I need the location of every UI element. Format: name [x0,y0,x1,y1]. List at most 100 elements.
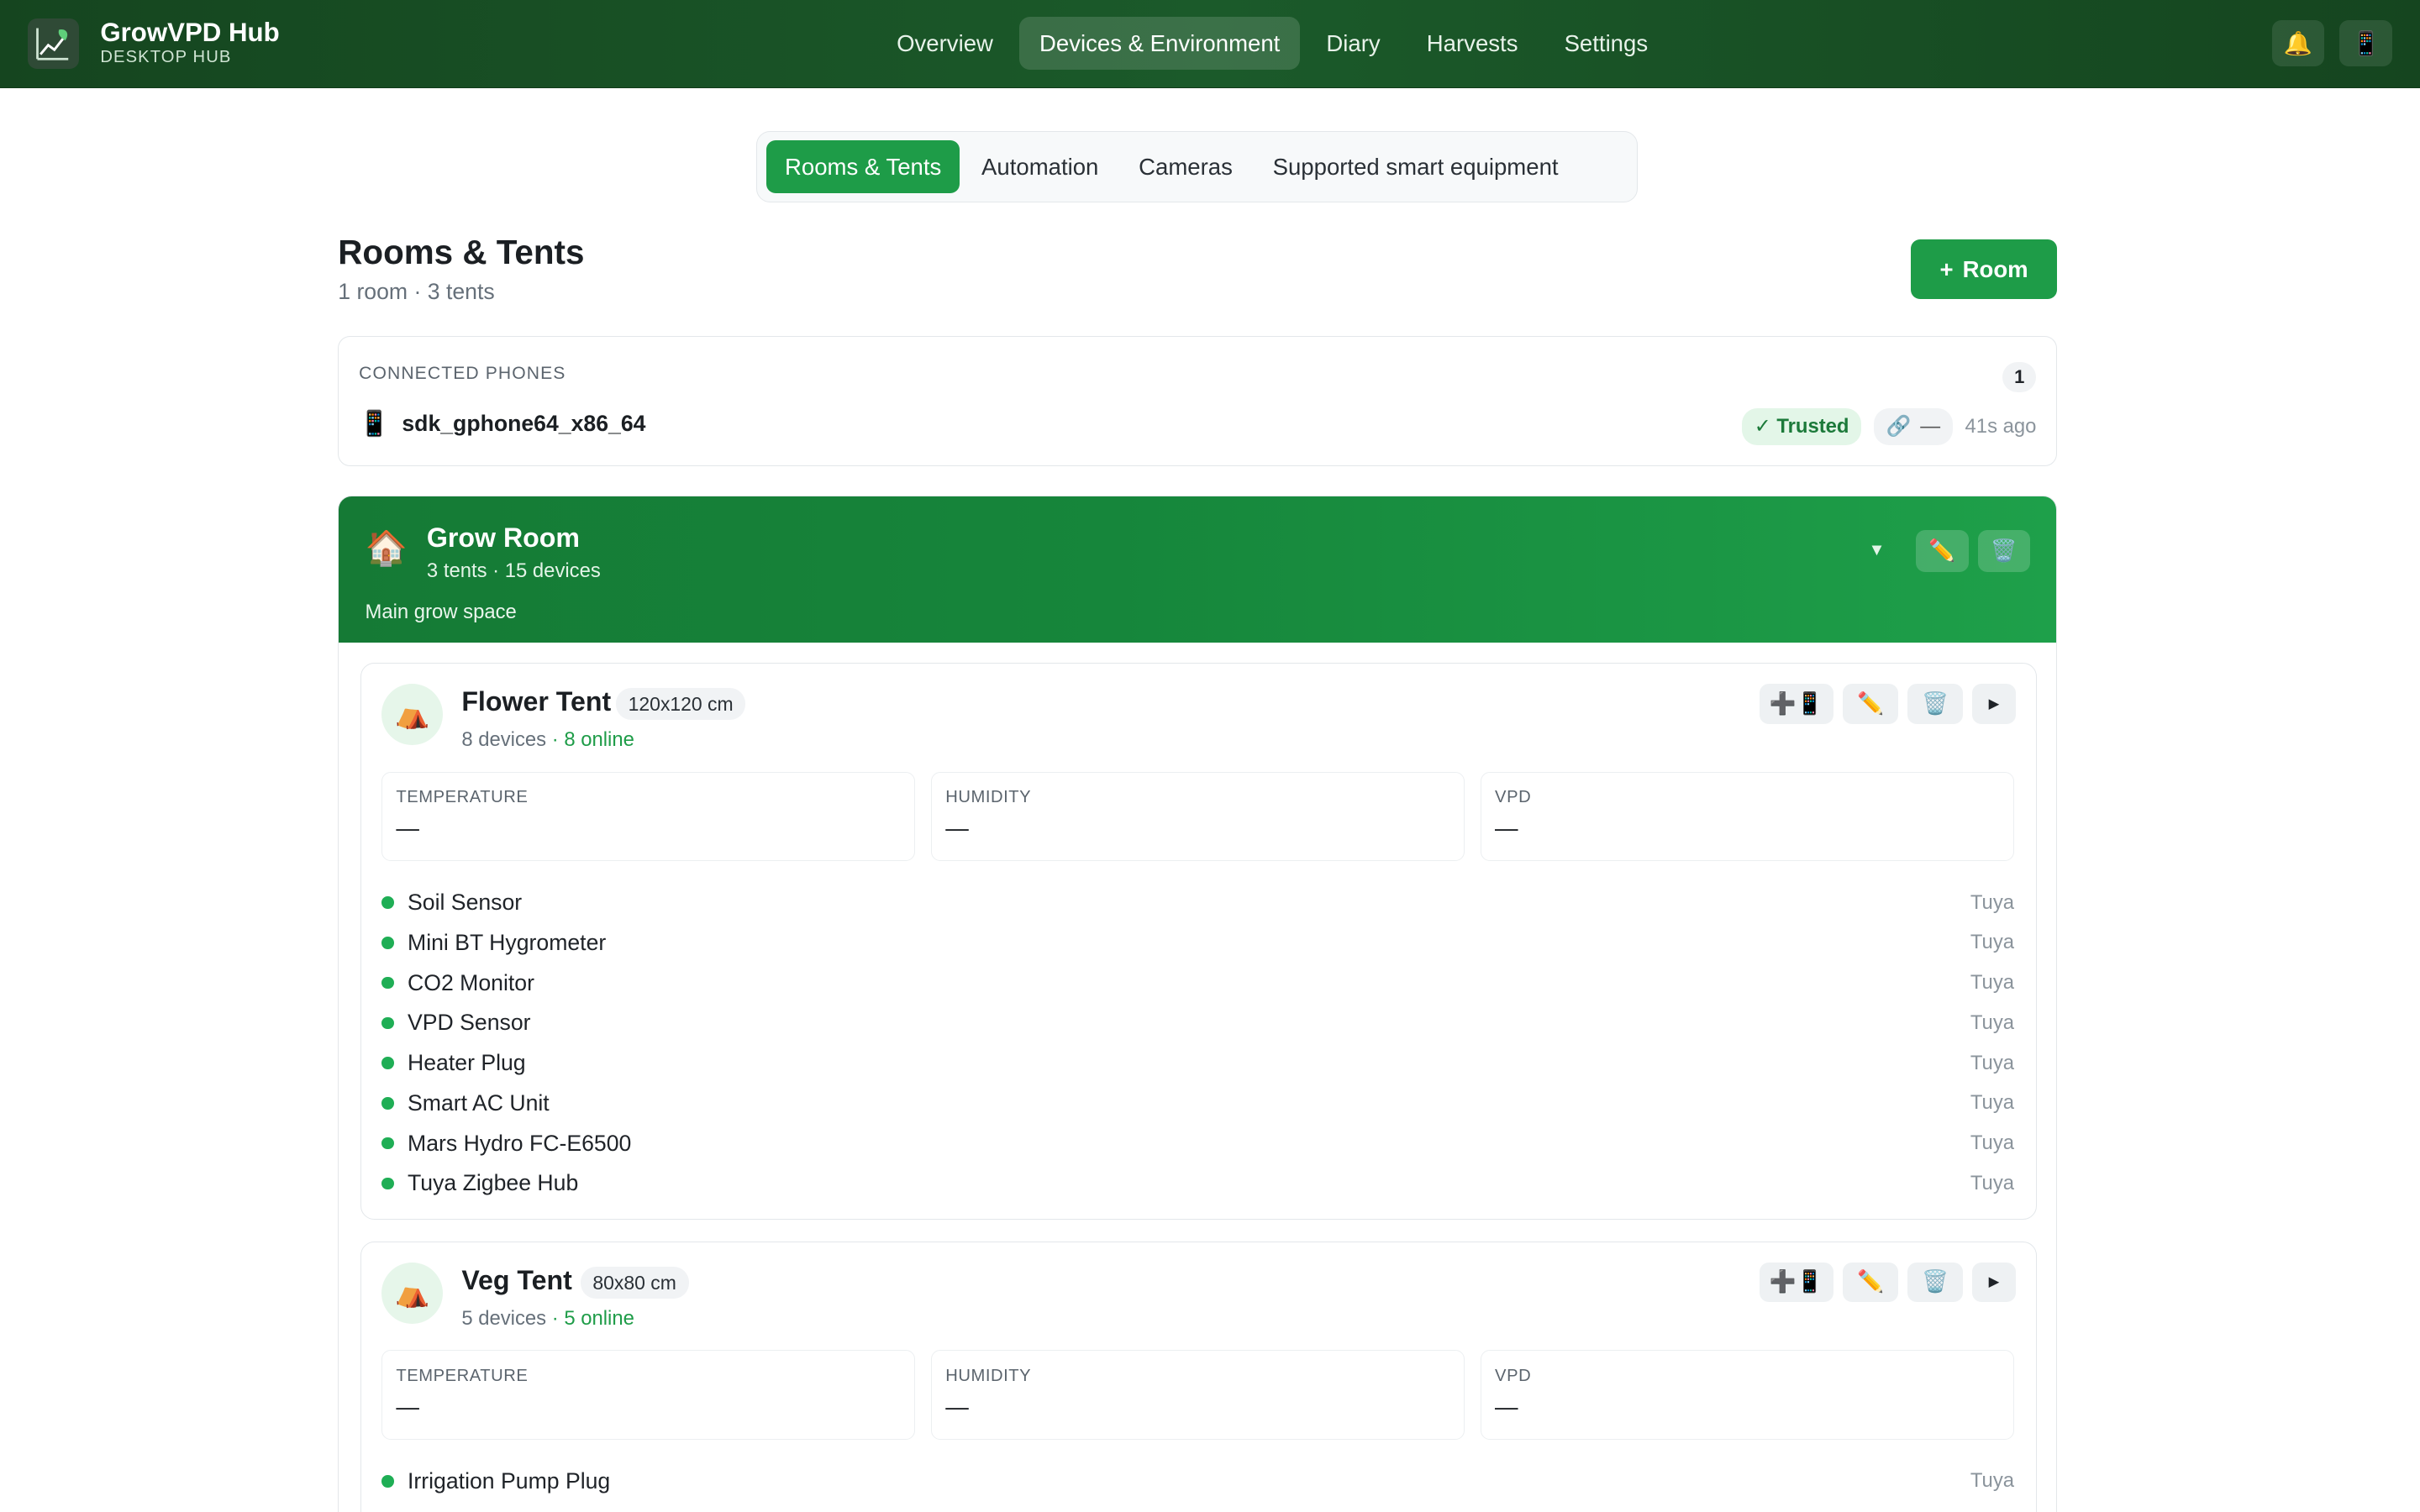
nav-overview[interactable]: Overview [876,17,1013,69]
online-dot [381,896,394,909]
tab-supported-equipment[interactable]: Supported smart equipment [1255,140,1577,192]
main-nav: Overview Devices & Environment Diary Har… [876,17,1668,70]
metric-value: — [1495,1393,1518,1420]
edit-tent-button[interactable]: ✏️ [1843,683,1899,724]
expand-tent-button[interactable]: ▶ [1972,683,2016,724]
page-title: Rooms & Tents [338,233,585,272]
tent-size-badge: 80x80 cm [580,1267,689,1299]
device-brand: Tuya [1970,1091,2015,1115]
metric-label: VPD [1495,1366,1532,1385]
metric-value: — [945,1393,969,1420]
delete-room-button[interactable]: 🗑️ [1977,529,2031,572]
online-dot [381,1475,394,1488]
phone-row[interactable]: 📱 sdk_gphone64_x86_64 [359,410,645,438]
online-dot [381,1137,394,1150]
device-row[interactable]: Soil Sensor Tuya [381,883,2014,923]
tent-name: Veg Tent [461,1265,572,1296]
device-brand: Tuya [1970,1051,2015,1074]
phone-name: sdk_gphone64_x86_64 [402,411,646,437]
tent-devices-count: 5 devices [461,1306,547,1330]
subtabs: Rooms & Tents Automation Cameras Support… [755,131,1638,202]
device-name: CO2 Monitor [408,969,534,995]
device-brand: Tuya [1970,1131,2015,1155]
add-device-icon: ➕📱 [1769,691,1823,716]
trash-icon: 🗑️ [1922,1270,1949,1294]
phone-button[interactable]: 📱 [2339,19,2392,66]
metric-value: — [396,1393,419,1420]
metric-label: HUMIDITY [945,787,1032,806]
nav-diary[interactable]: Diary [1307,17,1401,69]
last-seen: 41s ago [1965,414,2037,438]
tent-online-count: · 5 online [551,1306,634,1330]
metric-label: TEMPERATURE [396,1366,529,1385]
app-logo-icon [28,18,79,70]
tent-card-veg: ⛺ Veg Tent 80x80 cm 5 devices · 5 online… [360,1241,2037,1512]
pencil-icon: ✏️ [1857,1270,1885,1294]
tab-automation[interactable]: Automation [963,140,1117,192]
online-dot [381,1177,394,1190]
metric-label: TEMPERATURE [396,787,529,806]
device-row[interactable]: VPD Sensor Tuya [381,1003,2014,1043]
edit-room-button[interactable]: ✏️ [1916,529,1969,572]
tent-meta: 5 devices · 5 online [461,1307,634,1331]
tent-card-flower: ⛺ Flower Tent 120x120 cm 8 devices · 8 o… [360,662,2037,1220]
device-row[interactable]: Mini BT Hygrometer Tuya [381,922,2014,963]
house-icon: 🏠 [365,528,408,568]
metric-humidity: HUMIDITY — [930,771,1465,862]
app-name: GrowVPD Hub [100,18,280,48]
expand-tent-button[interactable]: ▶ [1972,1262,2016,1303]
device-brand: Tuya [1970,931,2015,954]
tab-rooms-tents[interactable]: Rooms & Tents [765,140,960,193]
trusted-badge: ✓ Trusted [1742,407,1862,445]
metric-temperature: TEMPERATURE — [381,1350,916,1440]
device-row[interactable]: Smart AC Unit Tuya [381,1083,2014,1123]
nav-harvests[interactable]: Harvests [1407,17,1538,69]
bell-icon: 🔔 [2283,29,2313,56]
tent-icon: ⛺ [381,683,444,746]
chevron-down-icon[interactable]: ▼ [1869,541,1886,560]
delete-tent-button[interactable]: 🗑️ [1907,1262,1964,1303]
nav-settings[interactable]: Settings [1544,17,1668,69]
metric-label: HUMIDITY [945,1366,1032,1385]
link-status[interactable]: 🔗 — [1873,407,1953,445]
device-name: Irrigation Pump Plug [408,1467,611,1494]
connected-phones-header: CONNECTED PHONES [359,363,566,383]
tent-icon: ⛺ [381,1262,444,1325]
edit-tent-button[interactable]: ✏️ [1843,1262,1899,1303]
metric-value: — [396,815,419,842]
notifications-button[interactable]: 🔔 [2271,19,2325,66]
tent-name: Flower Tent [461,686,612,717]
tent-size-badge: 120x120 cm [615,688,746,721]
tab-cameras[interactable]: Cameras [1120,140,1251,192]
add-room-button[interactable]: + Room [1910,239,2058,300]
device-name: Mini BT Hygrometer [408,929,607,955]
room-card: 🏠 Grow Room 3 tents · 15 devices Main gr… [338,495,2058,1512]
device-name: VPD Sensor [408,1010,531,1036]
delete-tent-button[interactable]: 🗑️ [1907,683,1964,724]
metric-humidity: HUMIDITY — [930,1350,1465,1440]
device-row[interactable]: Irrigation Pump Plug Tuya [381,1462,2014,1502]
room-meta: 3 tents · 15 devices [426,559,601,582]
device-name: Mars Hydro FC-E6500 [408,1130,632,1156]
connected-phones-count: 1 [2002,361,2037,393]
room-header[interactable]: 🏠 Grow Room 3 tents · 15 devices Main gr… [339,496,2057,643]
tent-meta: 8 devices · 8 online [461,728,634,752]
link-icon: 🔗 [1886,415,1912,438]
online-dot [381,1057,394,1069]
room-description: Main grow space [365,601,517,624]
device-row[interactable]: Heater Plug Tuya [381,1043,2014,1084]
add-device-button[interactable]: ➕📱 [1759,1262,1834,1303]
brand[interactable]: GrowVPD Hub DESKTOP HUB [28,18,280,70]
online-dot [381,1016,394,1030]
device-name: Tuya Zigbee Hub [408,1170,579,1196]
pencil-icon: ✏️ [1928,538,1956,563]
metric-vpd: VPD — [1480,1350,2015,1440]
device-name: Soil Sensor [408,890,523,916]
phone-icon: 📱 [359,409,390,438]
device-row[interactable]: Mars Hydro FC-E6500 Tuya [381,1123,2014,1163]
nav-devices-environment[interactable]: Devices & Environment [1019,17,1301,70]
add-device-button[interactable]: ➕📱 [1759,683,1834,724]
device-row[interactable]: Tuya Zigbee Hub Tuya [381,1163,2014,1204]
device-list: Irrigation Pump Plug Tuya [381,1462,2014,1502]
device-row[interactable]: CO2 Monitor Tuya [381,963,2014,1003]
